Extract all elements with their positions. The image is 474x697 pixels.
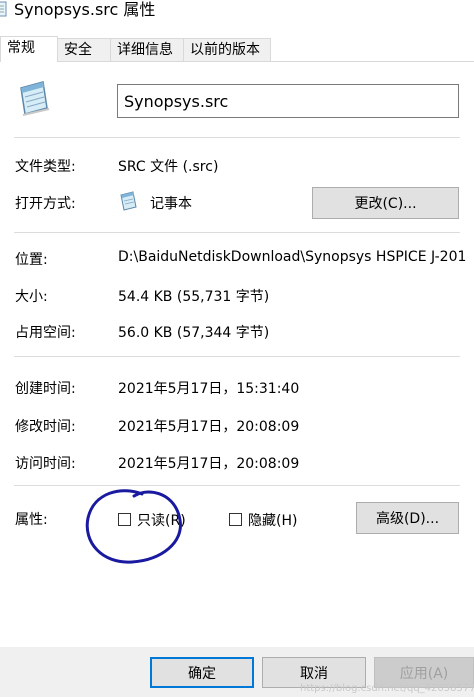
divider [14,356,460,357]
divider [14,232,460,233]
filename-input[interactable] [117,84,459,118]
advanced-button[interactable]: 高级(D)... [356,502,459,534]
location-value: D:\BaiduNetdiskDownload\Synopsys HSPICE … [118,249,467,265]
hidden-checkbox[interactable] [229,513,242,526]
tab-previous-versions[interactable]: 以前的版本 [183,38,271,61]
divider [14,137,460,138]
size-label: 大小: [15,289,48,305]
file-type-label: 文件类型: [15,159,76,175]
size-value: 54.4 KB (55,731 字节) [118,289,270,305]
accessed-value: 2021年5月17日，20:08:09 [118,456,300,472]
created-label: 创建时间: [15,381,76,397]
hidden-label[interactable]: 隐藏(H) [248,510,297,530]
ok-button[interactable]: 确定 [150,657,254,688]
created-value: 2021年5月17日，15:31:40 [118,381,300,397]
location-label: 位置: [15,252,48,268]
tab-security[interactable]: 安全 [57,38,111,61]
opens-with-label: 打开方式: [15,196,76,212]
notepad-file-icon [0,1,7,17]
tab-general[interactable]: 常规 [0,36,58,62]
title-bar: Synopsys.src 属性 [0,0,474,20]
tab-strip: 常规 安全 详细信息 以前的版本 [0,36,474,62]
window-title: Synopsys.src 属性 [14,0,156,19]
tab-details[interactable]: 详细信息 [110,38,184,61]
notepad-icon [120,191,137,211]
size-on-disk-value: 56.0 KB (57,344 字节) [118,325,270,341]
general-panel [0,62,474,647]
attributes-label: 属性: [15,512,48,528]
size-on-disk-label: 占用空间: [15,325,76,341]
accessed-label: 访问时间: [15,456,76,472]
opens-with-value: 记事本 [150,196,192,212]
change-button[interactable]: 更改(C)... [312,187,459,219]
notepad-file-icon [20,81,50,116]
file-type-value: SRC 文件 (.src) [118,159,219,175]
hand-drawn-circle-annotation [85,489,182,564]
watermark-text: https://blog.csdn.net/qq_42058577 [300,683,474,694]
modified-label: 修改时间: [15,419,76,435]
modified-value: 2021年5月17日，20:08:09 [118,419,300,435]
